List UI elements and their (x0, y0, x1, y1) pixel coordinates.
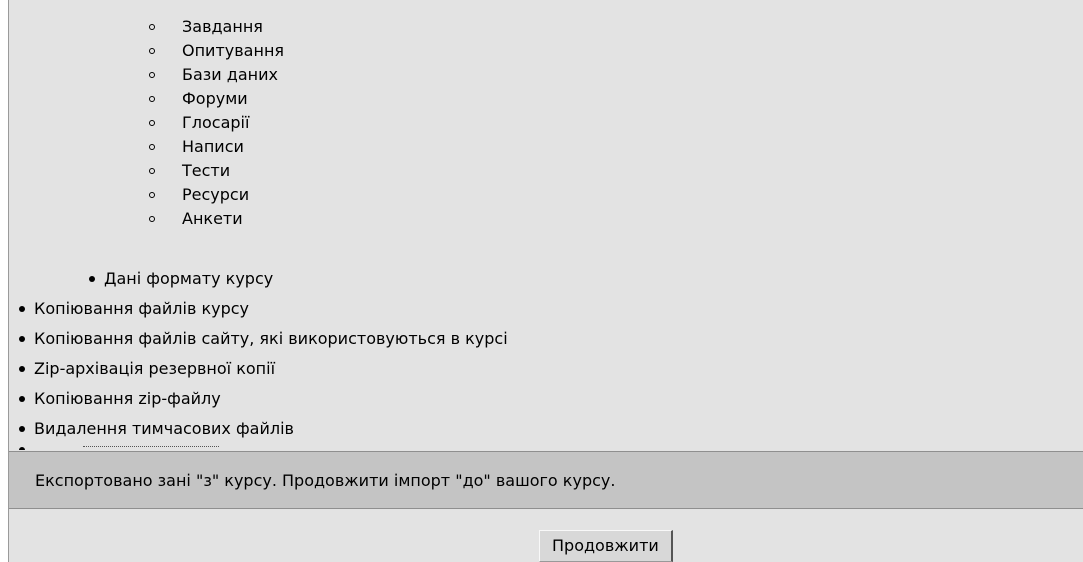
disc-bullet-icon (19, 396, 25, 402)
circle-bullet-icon (149, 168, 155, 174)
continue-button[interactable]: Продовжити (539, 530, 673, 562)
module-item-label: Анкети (182, 209, 243, 228)
circle-bullet-icon (149, 216, 155, 222)
course-format-label: Дані формату курсу (104, 269, 274, 288)
step-label: Zip-архівація резервної копії (34, 359, 276, 378)
step-label: Копіювання файлів курсу (34, 299, 250, 318)
backup-steps-list: Завдання Опитування Бази даних Форуми Гл… (9, 0, 1083, 450)
circle-bullet-icon (149, 192, 155, 198)
circle-bullet-icon (149, 48, 155, 54)
circle-bullet-icon (149, 96, 155, 102)
status-message: Експортовано зані "з" курсу. Продовжити … (35, 471, 616, 490)
module-item-label: Бази даних (182, 65, 278, 84)
clipped-list-item (19, 445, 219, 450)
module-item-label: Ресурси (182, 185, 250, 204)
disc-bullet-icon (19, 306, 25, 312)
module-item-label: Завдання (182, 17, 263, 36)
circle-bullet-icon (149, 24, 155, 30)
backup-page: Завдання Опитування Бази даних Форуми Гл… (8, 0, 1083, 562)
disc-bullet-icon (89, 276, 95, 282)
status-panel: Експортовано зані "з" курсу. Продовжити … (9, 451, 1083, 509)
clipped-text-fragment (83, 446, 219, 449)
disc-bullet-icon (19, 336, 25, 342)
circle-bullet-icon (149, 120, 155, 126)
step-label: Копіювання zip-файлу (34, 389, 221, 408)
circle-bullet-icon (149, 72, 155, 78)
step-label: Копіювання файлів сайту, які використову… (34, 329, 508, 348)
module-item-label: Форуми (182, 89, 248, 108)
disc-bullet-icon (19, 447, 25, 450)
module-item-label: Глосарії (182, 113, 250, 132)
circle-bullet-icon (149, 144, 155, 150)
module-item-label: Опитування (182, 41, 285, 60)
disc-bullet-icon (19, 366, 25, 372)
disc-bullet-icon (19, 426, 25, 432)
module-item-label: Написи (182, 137, 244, 156)
step-label: Видалення тимчасових файлів (34, 419, 294, 438)
module-item-label: Тести (182, 161, 231, 180)
